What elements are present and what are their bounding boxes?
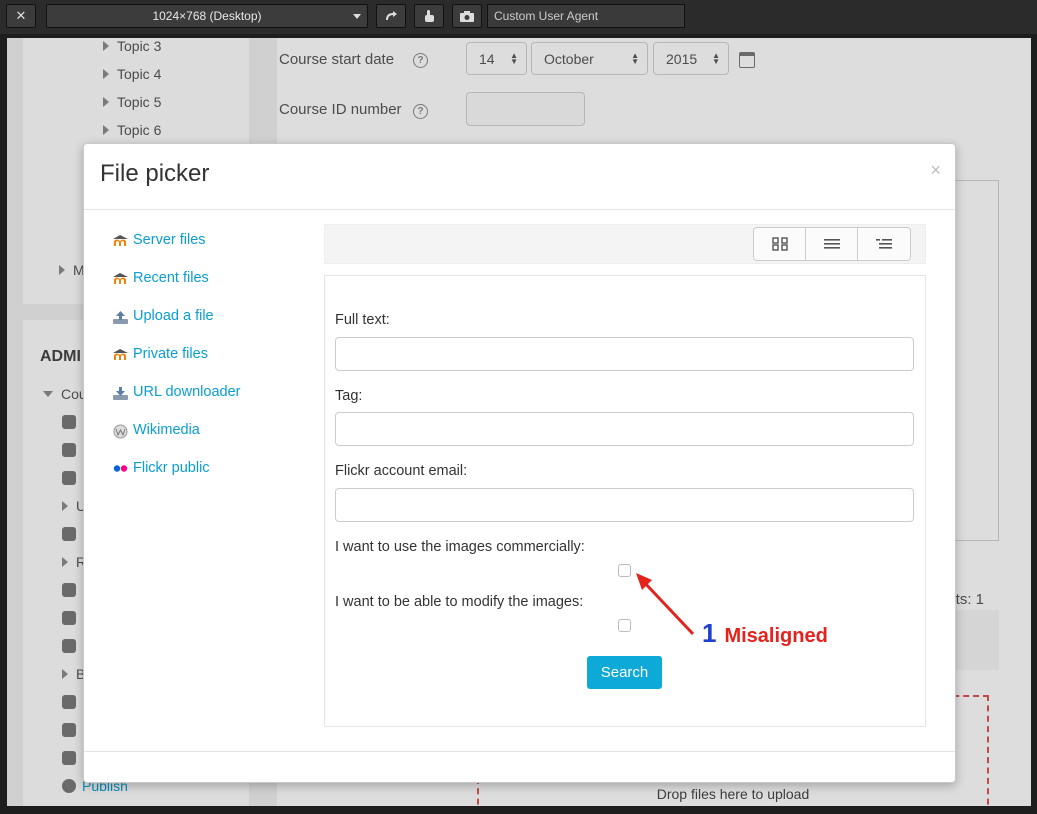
repo-url-downloader[interactable]: URL downloader — [112, 384, 240, 400]
annotation-text: Misaligned — [724, 625, 828, 647]
list-icon — [823, 239, 840, 249]
devtools-toolbar: ✕ 1024×768 (Desktop) Custom User Agent — [0, 0, 1037, 34]
device-label: 1024×768 (Desktop) — [152, 9, 262, 23]
annotation-arrow-icon — [636, 573, 695, 636]
view-switcher — [753, 227, 911, 261]
wikimedia-icon — [112, 424, 129, 438]
tree-view-button[interactable] — [858, 228, 910, 260]
tag-label: Tag: — [335, 388, 363, 404]
tag-input[interactable] — [335, 412, 914, 446]
tree-icon — [876, 239, 892, 249]
annotation-callout: 1 Misaligned — [702, 618, 828, 649]
repo-private-files[interactable]: Private files — [112, 346, 208, 362]
icons-view-button[interactable] — [754, 228, 806, 260]
file-picker-dialog: File picker × Server files Recent files … — [83, 143, 956, 783]
modal-footer — [84, 751, 955, 752]
repo-server-files[interactable]: Server files — [112, 232, 206, 248]
repo-flickr-public[interactable]: Flickr public — [112, 460, 210, 476]
full-text-input[interactable] — [335, 337, 914, 371]
modal-header: File picker × — [84, 144, 955, 210]
chevron-down-icon — [353, 14, 361, 19]
download-icon — [112, 386, 129, 400]
moodle-icon — [112, 272, 129, 285]
email-input[interactable] — [335, 488, 914, 522]
repo-wikimedia[interactable]: Wikimedia — [112, 422, 200, 438]
flickr-icon — [112, 462, 129, 475]
camera-icon[interactable] — [452, 4, 482, 28]
file-picker-toolbar — [324, 224, 926, 264]
moodle-icon — [112, 234, 129, 247]
rotate-icon[interactable] — [376, 4, 406, 28]
modify-label: I want to be able to modify the images: — [335, 594, 584, 610]
close-icon[interactable]: ✕ — [6, 4, 36, 28]
touch-icon[interactable] — [414, 4, 444, 28]
search-button[interactable]: Search — [587, 656, 662, 689]
user-agent-input[interactable]: Custom User Agent — [487, 4, 685, 28]
moodle-icon — [112, 348, 129, 361]
upload-icon — [112, 310, 129, 324]
annotation-number: 1 — [702, 618, 717, 648]
repo-upload-file[interactable]: Upload a file — [112, 308, 214, 324]
close-icon[interactable]: × — [930, 160, 941, 181]
repo-recent-files[interactable]: Recent files — [112, 270, 209, 286]
full-text-label: Full text: — [335, 312, 390, 328]
modal-title: File picker — [100, 160, 210, 187]
grid-icon — [771, 237, 788, 251]
commercial-label: I want to use the images commercially: — [335, 539, 585, 555]
flickr-search-form: Full text: Tag: Flickr account email: I … — [324, 275, 926, 727]
email-label: Flickr account email: — [335, 463, 468, 479]
list-view-button[interactable] — [806, 228, 858, 260]
device-select[interactable]: 1024×768 (Desktop) — [46, 4, 368, 28]
